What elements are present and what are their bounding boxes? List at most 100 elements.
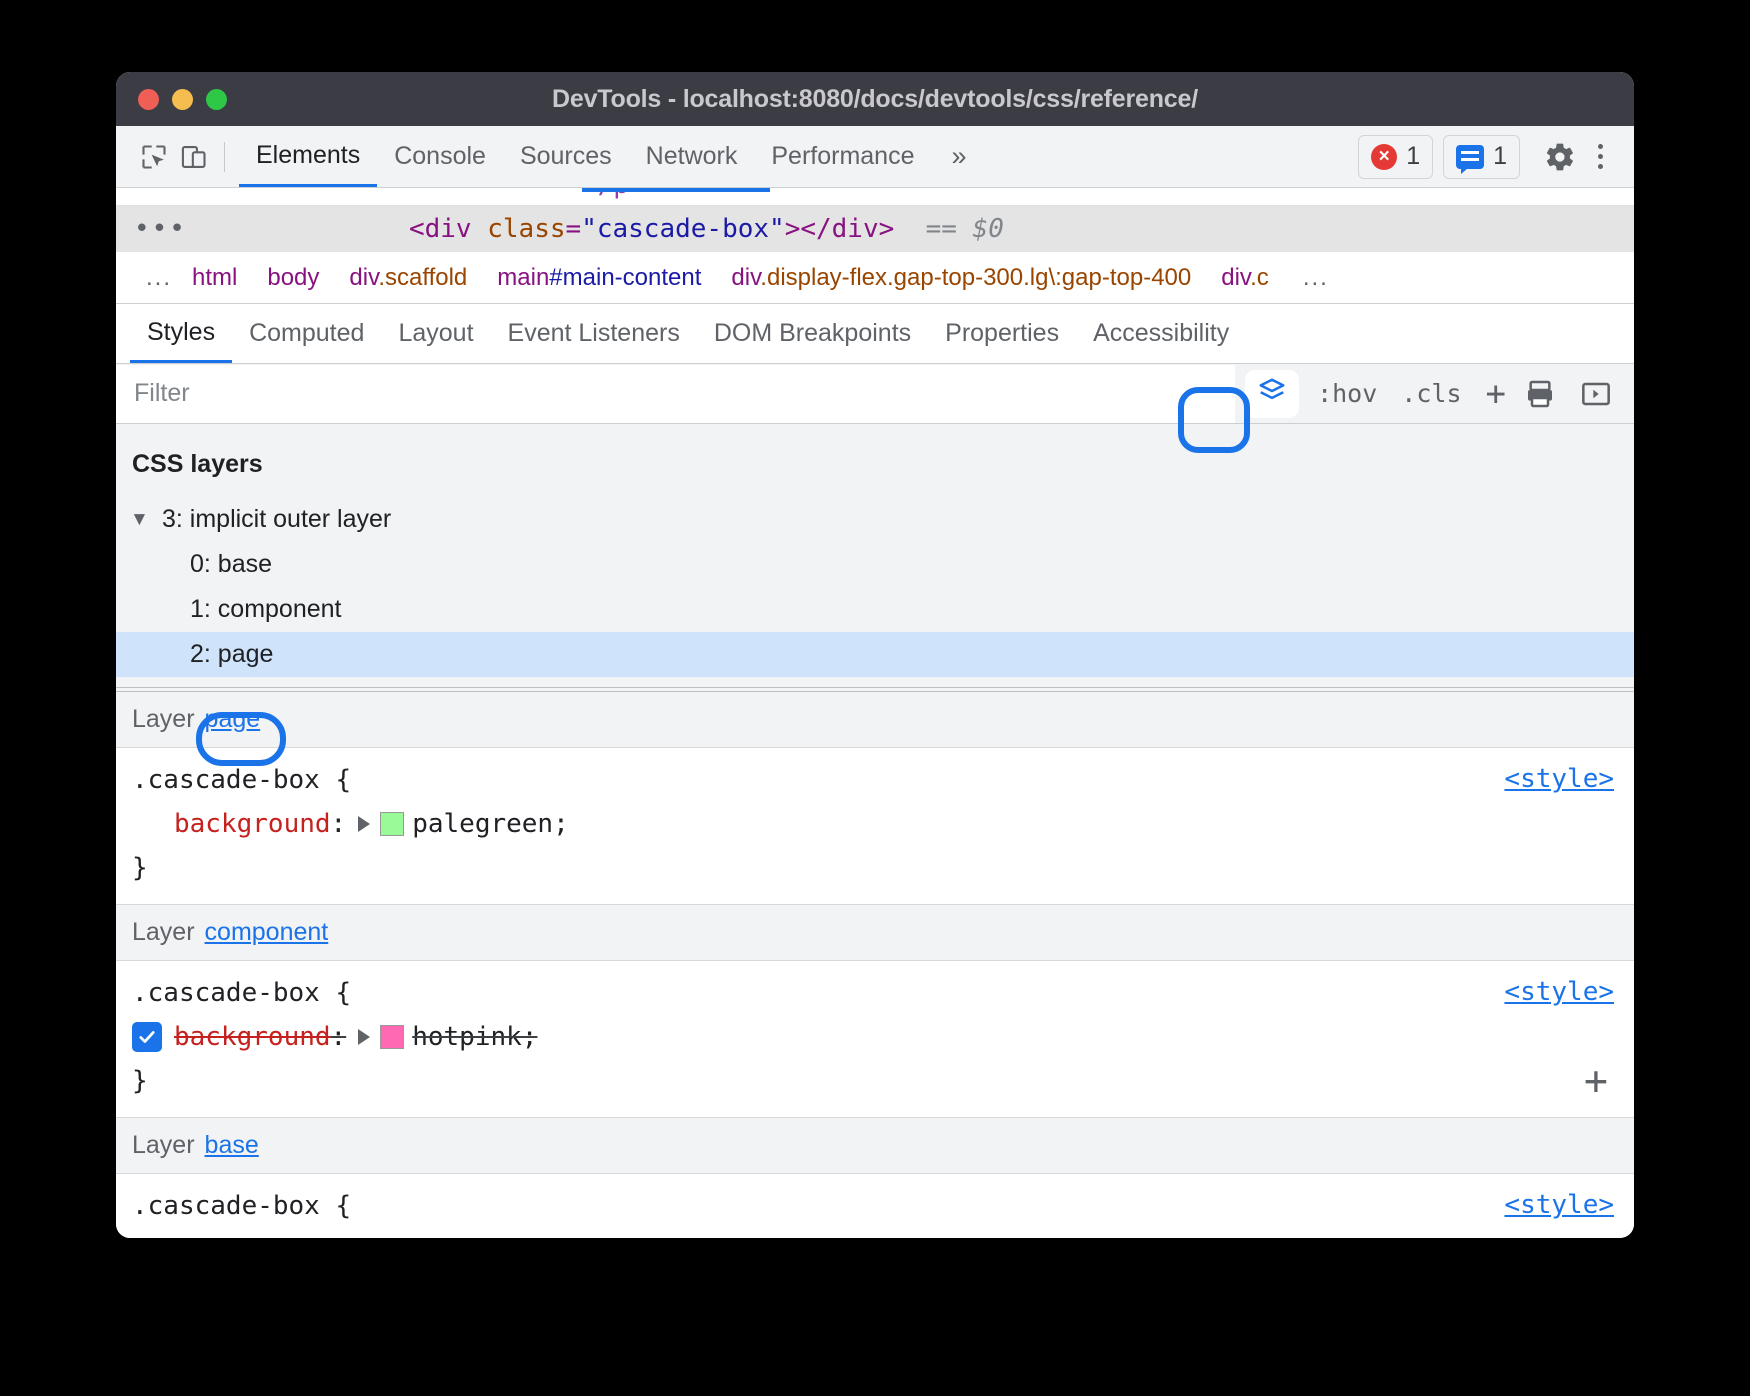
declaration-colon: : [331,809,347,839]
declaration-value[interactable]: rebeccapurple; [412,1235,631,1238]
kebab-menu-icon[interactable] [1580,137,1620,177]
breadcrumb-element: html [192,264,237,291]
error-count-badge[interactable]: × 1 [1358,135,1433,179]
dom-selection-underline [582,188,770,192]
style-rule-component: .cascade-box { background: hotpink; } <s… [116,961,1634,1118]
expand-shorthand-icon[interactable] [358,1029,370,1045]
breadcrumb-suffix: .c [1250,264,1269,291]
error-icon: × [1371,144,1397,170]
sidebar-pane-tabs: Styles Computed Layout Event Listeners D… [116,304,1634,364]
expand-shorthand-icon[interactable] [358,816,370,832]
rule-source-link[interactable]: <style> [1504,1190,1614,1220]
more-tabs-button[interactable]: » [931,141,986,172]
tab-elements[interactable]: Elements [239,126,377,187]
new-style-rule-button[interactable]: + [1474,370,1512,418]
node-dollar-ref: $0 [973,214,1004,244]
inspect-element-icon[interactable] [134,137,174,177]
node-attr-eq: = [566,214,582,244]
kebab-dots [1598,144,1603,169]
rule-closing-brace: } [116,846,1634,890]
layer-link-component[interactable]: component [205,918,329,947]
rule-source-link[interactable]: <style> [1504,764,1614,794]
window-titlebar: DevTools - localhost:8080/docs/devtools/… [116,72,1634,126]
node-equals-marker: == [926,214,957,244]
rule-selector[interactable]: .cascade-box { [116,971,1634,1015]
element-classes-button[interactable]: .cls [1389,370,1473,418]
filter-input[interactable]: Filter [116,365,1235,423]
toggle-computed-sidebar-icon[interactable] [1568,370,1624,418]
tab-performance[interactable]: Performance [754,126,931,187]
color-swatch[interactable] [380,1025,404,1049]
tab-accessibility[interactable]: Accessibility [1076,304,1246,363]
breadcrumb-element: div [731,264,760,291]
declaration-property[interactable]: background [174,1022,331,1052]
gear-icon[interactable] [1540,137,1580,177]
close-button-icon[interactable] [138,89,159,110]
breadcrumb-element: body [267,264,319,291]
tab-network[interactable]: Network [629,126,755,187]
declaration-property[interactable]: background [174,1235,331,1238]
message-count-badge[interactable]: 1 [1443,135,1520,179]
layer-link-page[interactable]: page [205,705,261,734]
breadcrumb-item-body[interactable]: body [267,264,319,292]
declaration-property[interactable]: background [174,809,331,839]
breadcrumb-element: div [1221,264,1250,291]
rule-closing-brace: } [116,1059,1634,1103]
breadcrumb-suffix: .scaffold [378,264,467,291]
breadcrumb-element: div [349,264,378,291]
tab-computed[interactable]: Computed [232,304,381,363]
tab-sources[interactable]: Sources [503,126,629,187]
chevron-down-icon[interactable]: ▼ [130,509,156,531]
declaration-background-rebeccapurple[interactable]: background: rebeccapurple; [116,1228,1634,1238]
layer-link-base[interactable]: base [205,1131,259,1160]
node-attr-name: class [487,214,565,244]
layer-tree-item-page[interactable]: 2: page [116,632,1634,677]
node-close-tag: </div> [800,214,894,244]
rule-selector[interactable]: .cascade-box { [116,1184,1634,1228]
breadcrumb-suffix: #main-content [549,264,701,291]
layer-tree-item-label: 1: component [190,595,342,624]
tab-dom-breakpoints[interactable]: DOM Breakpoints [697,304,928,363]
dom-selected-node-code: <div class="cascade-box"></div> == $0 [409,214,1004,244]
screenshot-root: DevTools - localhost:8080/docs/devtools/… [0,0,1750,1396]
rule-source-link[interactable]: <style> [1504,977,1614,1007]
minimize-button-icon[interactable] [172,89,193,110]
breadcrumb-item-display-flex[interactable]: div.display-flex.gap-top-300.lg\:gap-top… [731,264,1191,292]
declaration-value[interactable]: hotpink; [412,1022,537,1052]
breadcrumb: ... html body div.scaffold main#main-con… [116,252,1634,304]
tab-console[interactable]: Console [377,126,503,187]
layer-tree-item-component[interactable]: 1: component [116,587,1634,632]
css-layers-title: CSS layers [116,438,1634,497]
declaration-value[interactable]: palegreen; [412,809,569,839]
add-declaration-button[interactable]: + [1584,1061,1608,1101]
tab-styles[interactable]: Styles [130,304,232,363]
dom-selected-node-row[interactable]: ••• <div class="cascade-box"></div> == $… [116,206,1634,252]
device-toolbar-icon[interactable] [174,137,214,177]
breadcrumb-trailing-ellipsis[interactable]: ... [1303,264,1329,292]
devtools-tabbar: Elements Console Sources Network Perform… [116,126,1634,188]
declaration-background-hotpink[interactable]: background: hotpink; [116,1015,1634,1059]
layer-tree-item-implicit-outer[interactable]: ▼ 3: implicit outer layer [116,497,1634,542]
declaration-checkbox[interactable] [132,1022,162,1052]
toolbar-divider [224,142,225,172]
breadcrumb-item-html[interactable]: html [192,264,237,292]
layer-tree-item-base[interactable]: 0: base [116,542,1634,587]
zoom-button-icon[interactable] [206,89,227,110]
hover-state-button[interactable]: :hov [1305,370,1389,418]
layer-tree-item-label: 2: page [190,640,273,669]
css-layers-button[interactable] [1245,370,1299,418]
dom-row-ellipsis[interactable]: ••• [134,214,187,244]
declaration-background-palegreen[interactable]: background: palegreen; [116,802,1634,846]
print-media-icon[interactable] [1512,370,1568,418]
tab-properties[interactable]: Properties [928,304,1076,363]
rule-selector[interactable]: .cascade-box { [116,758,1634,802]
tab-layout[interactable]: Layout [381,304,490,363]
breadcrumb-suffix: .display-flex.gap-top-300.lg\:gap-top-40… [760,264,1191,291]
color-swatch[interactable] [380,812,404,836]
breadcrumb-item-main-content[interactable]: main#main-content [497,264,701,292]
traffic-light-buttons [138,89,227,110]
breadcrumb-item-truncated[interactable]: div.c [1221,264,1269,292]
breadcrumb-leading-ellipsis[interactable]: ... [146,264,172,292]
breadcrumb-item-div-scaffold[interactable]: div.scaffold [349,264,467,292]
tab-event-listeners[interactable]: Event Listeners [491,304,697,363]
